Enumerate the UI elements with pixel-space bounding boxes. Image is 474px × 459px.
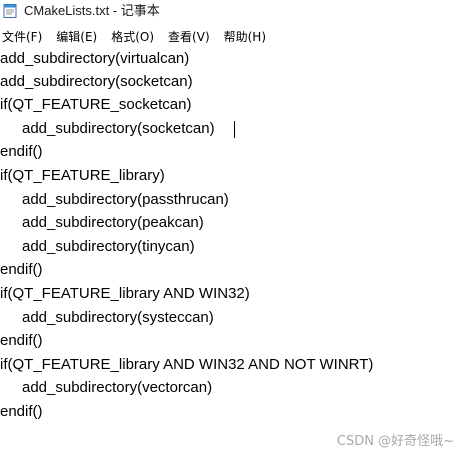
menu-help[interactable]: 帮助(H) xyxy=(224,26,266,47)
menu-bar: 文件(F) 编辑(E) 格式(O) 查看(V) 帮助(H) xyxy=(0,26,474,46)
csdn-watermark: CSDN @好奇怪哦~ xyxy=(336,434,454,449)
text-editor-area[interactable]: add_subdirectory(virtualcan) add_subdire… xyxy=(0,47,474,459)
code-line: endif() xyxy=(0,143,43,160)
code-line: add_subdirectory(vectorcan) xyxy=(22,379,213,396)
code-line: endif() xyxy=(0,403,43,420)
code-line: add_subdirectory(virtualcan) xyxy=(0,50,190,67)
notepad-icon xyxy=(3,4,17,18)
menu-view[interactable]: 查看(V) xyxy=(168,26,210,47)
menu-format[interactable]: 格式(O) xyxy=(111,26,154,47)
code-line: if(QT_FEATURE_library AND WIN32 AND NOT … xyxy=(0,356,374,373)
code-line: endif() xyxy=(0,261,43,278)
title-bar: CMakeLists.txt - 记事本 xyxy=(0,0,474,22)
code-line: add_subdirectory(passthrucan) xyxy=(22,191,229,208)
code-line: if(QT_FEATURE_socketcan) xyxy=(0,96,192,113)
code-line: add_subdirectory(tinycan) xyxy=(22,238,195,255)
code-line: add_subdirectory(systeccan) xyxy=(22,309,214,326)
code-line: add_subdirectory(socketcan) xyxy=(22,120,215,137)
code-line: endif() xyxy=(0,332,43,349)
menu-edit[interactable]: 编辑(E) xyxy=(56,26,97,47)
window-title: CMakeLists.txt - 记事本 xyxy=(24,3,160,18)
code-line: if(QT_FEATURE_library) xyxy=(0,167,165,184)
code-line: add_subdirectory(socketcan) xyxy=(0,73,193,90)
code-line: if(QT_FEATURE_library AND WIN32) xyxy=(0,285,250,302)
menu-file[interactable]: 文件(F) xyxy=(2,26,42,47)
text-caret xyxy=(234,121,235,138)
code-line: add_subdirectory(peakcan) xyxy=(22,214,204,231)
